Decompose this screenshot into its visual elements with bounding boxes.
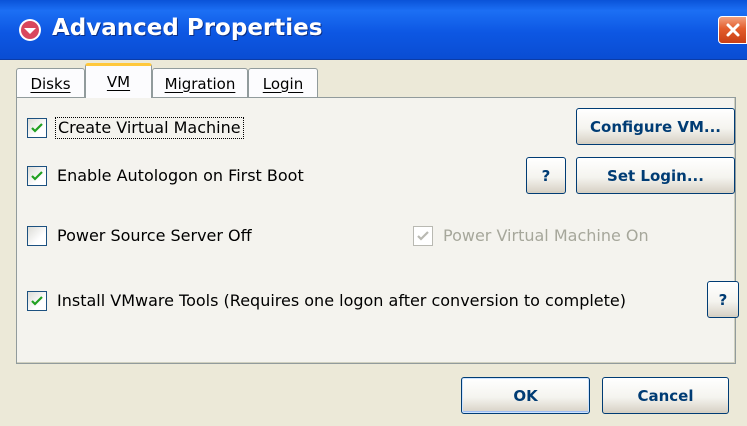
checkmark-icon [31,296,43,306]
create-vm-label[interactable]: Create Virtual Machine [55,117,244,139]
close-button[interactable] [718,16,747,44]
tab-login[interactable]: Login [248,68,318,98]
cancel-button[interactable]: Cancel [602,377,729,414]
autologon-checkbox[interactable] [27,166,47,186]
tab-label-migration: Migration [164,74,236,93]
power-vm-on-label: Power Virtual Machine On [443,226,649,245]
power-source-off-label[interactable]: Power Source Server Off [57,226,252,246]
close-icon [726,23,739,37]
checkmark-icon [31,123,43,133]
create-vm-checkbox[interactable] [27,118,47,138]
install-tools-help-button[interactable]: ? [707,281,739,318]
app-icon [18,18,42,42]
autologon-help-button[interactable]: ? [526,157,566,194]
autologon-label[interactable]: Enable Autologon on First Boot [57,166,304,186]
title-bar[interactable]: Advanced Properties [0,0,747,60]
advanced-properties-window: Advanced Properties Disks VM Migration L… [0,0,747,426]
checkmark-icon [31,171,43,181]
tab-strip: Disks VM Migration Login [16,63,346,98]
power-source-off-checkbox[interactable] [27,226,47,246]
configure-vm-button[interactable]: Configure VM... [576,108,735,145]
tab-label-vm: VM [106,73,131,91]
tab-vm[interactable]: VM [85,63,152,98]
ok-button[interactable]: OK [461,377,590,414]
tab-label-disks: Disks [30,74,71,93]
power-vm-on-checkbox [413,226,433,246]
install-tools-checkbox[interactable] [27,291,47,311]
checkmark-icon [417,231,429,241]
install-tools-label[interactable]: Install VMware Tools (Requires one logon… [57,291,626,311]
window-title: Advanced Properties [52,15,323,41]
tab-disks[interactable]: Disks [16,68,85,98]
tab-migration[interactable]: Migration [152,68,248,98]
tab-label-login: Login [262,74,304,93]
set-login-button[interactable]: Set Login... [576,157,735,194]
